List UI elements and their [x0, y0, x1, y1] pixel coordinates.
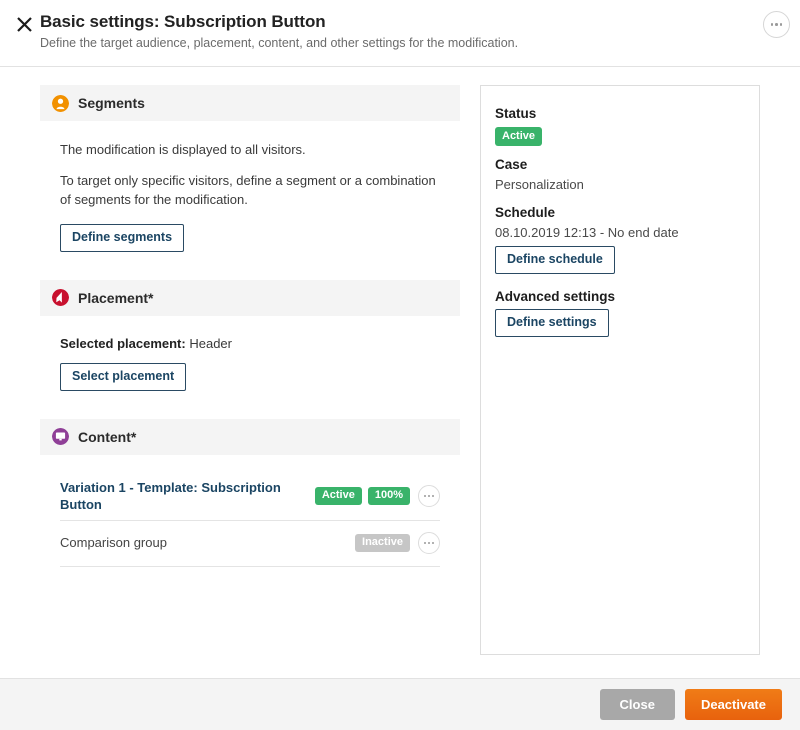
schedule-button-wrap: Define schedule	[495, 246, 745, 274]
deactivate-button[interactable]: Deactivate	[684, 689, 782, 720]
settings-column: Segments The modification is displayed t…	[40, 85, 460, 567]
header-more-button[interactable]	[763, 11, 790, 38]
define-schedule-button[interactable]: Define schedule	[495, 246, 615, 274]
section-placement: Placement* Selected placement: Header Se…	[40, 279, 460, 391]
section-content-header: Content*	[40, 418, 460, 455]
basic-settings-dialog: Basic settings: Subscription Button Defi…	[0, 0, 800, 730]
page-title: Basic settings: Subscription Button	[40, 12, 326, 31]
ellipsis-icon	[424, 542, 434, 545]
segments-paragraph-2: To target only specific visitors, define…	[60, 172, 436, 207]
dialog-footer: Close Deactivate	[0, 678, 800, 730]
select-placement-button[interactable]: Select placement	[60, 362, 187, 391]
status-badge: Active	[495, 127, 543, 146]
variation-name[interactable]: Variation 1 - Template: Subscription But…	[60, 479, 315, 514]
variation-more-button[interactable]	[418, 485, 440, 508]
table-row[interactable]: Variation 1 - Template: Subscription But…	[60, 473, 440, 521]
share-badge: 100%	[367, 487, 410, 506]
variation-list: Variation 1 - Template: Subscription But…	[40, 455, 460, 567]
ellipsis-icon	[770, 23, 783, 26]
section-segments: Segments The modification is displayed t…	[40, 85, 460, 252]
summary-panel: Status Active Case Personalization Sched…	[480, 85, 760, 655]
table-row[interactable]: Comparison group Inactive	[60, 521, 440, 567]
segments-person-icon	[52, 94, 69, 112]
status-badge-wrap: Active	[495, 126, 745, 146]
section-segments-body: The modification is displayed to all vis…	[40, 121, 460, 252]
dialog-body: Segments The modification is displayed t…	[0, 67, 800, 678]
close-button[interactable]: Close	[599, 689, 675, 720]
variation-badges: Active 100%	[314, 487, 410, 506]
schedule-label: Schedule	[495, 205, 556, 220]
status-label: Status	[495, 106, 537, 121]
section-placement-title: Placement*	[78, 289, 154, 306]
define-segments-button[interactable]: Define segments	[60, 223, 185, 252]
status-badge: Active	[314, 487, 362, 506]
case-value: Personalization	[495, 177, 584, 192]
schedule-value: 08.10.2019 12:13 - No end date	[495, 225, 679, 240]
section-segments-header: Segments	[40, 85, 460, 121]
ellipsis-icon	[424, 495, 434, 498]
section-placement-body: Selected placement: Header Select placem…	[40, 316, 460, 391]
variation-name: Comparison group	[60, 535, 167, 551]
selected-placement-label: Selected placement:	[60, 335, 186, 351]
section-segments-title: Segments	[78, 95, 145, 111]
section-content: Content* Variation 1 - Template: Subscri…	[40, 418, 460, 567]
case-label: Case	[495, 157, 528, 172]
content-monitor-icon	[52, 428, 69, 446]
close-icon[interactable]	[12, 12, 36, 36]
section-content-title: Content*	[78, 428, 137, 445]
variation-more-button[interactable]	[418, 532, 440, 555]
advanced-settings-label: Advanced settings	[495, 289, 616, 304]
advanced-button-wrap: Define settings	[495, 309, 745, 337]
segments-paragraph-1: The modification is displayed to all vis…	[60, 142, 306, 157]
section-placement-header: Placement*	[40, 279, 460, 316]
selected-placement-value: Header	[189, 335, 232, 351]
define-settings-button[interactable]: Define settings	[495, 309, 609, 337]
page-subtitle: Define the target audience, placement, c…	[40, 36, 519, 50]
placement-cursor-icon	[52, 289, 69, 307]
selected-placement: Selected placement: Header	[60, 336, 440, 351]
variation-badges: Inactive	[355, 534, 410, 553]
dialog-header: Basic settings: Subscription Button Defi…	[0, 0, 800, 67]
status-badge: Inactive	[355, 534, 410, 553]
